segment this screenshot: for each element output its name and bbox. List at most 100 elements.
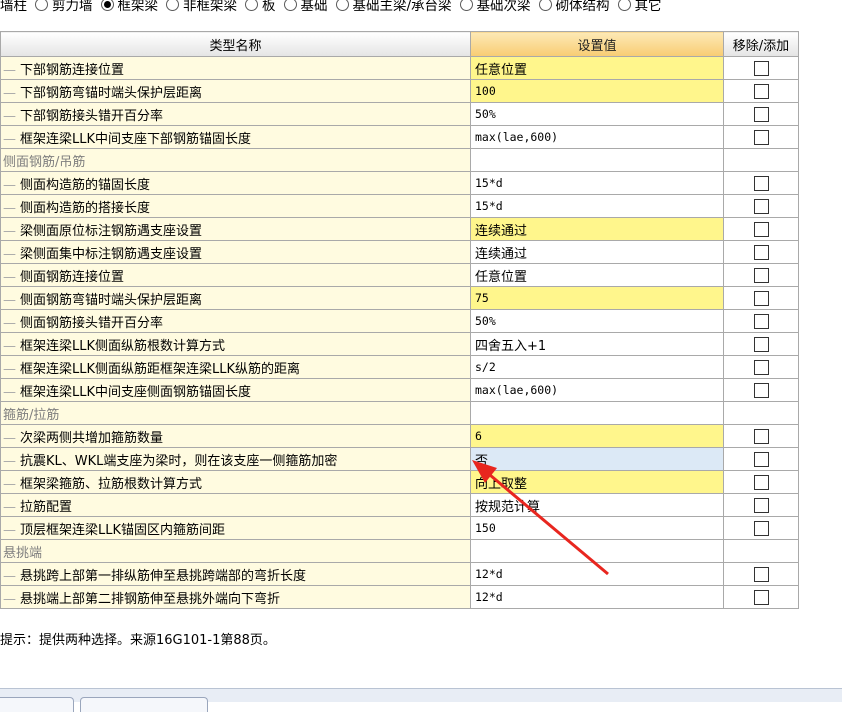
row-setting-value[interactable]: 15*d (470, 171, 724, 195)
table-group-row[interactable]: 悬挑端 (0, 539, 799, 563)
row-setting-value[interactable]: 150 (470, 516, 724, 540)
table-row[interactable]: — 侧面钢筋接头错开百分率 50% (0, 309, 799, 333)
table-group-row[interactable]: 侧面钢筋/吊筋 (0, 148, 799, 172)
radio-button[interactable] (166, 0, 179, 11)
table-row[interactable]: — 框架连梁LLK中间支座下部钢筋锚固长度 max(lae,600) (0, 125, 799, 149)
row-name-text: 下部钢筋连接位置 (20, 62, 125, 78)
remove-add-checkbox[interactable] (753, 497, 769, 513)
table-row[interactable]: — 抗震KL、WKL端支座为梁时，则在该支座一侧箍筋加密否 (0, 447, 799, 471)
remove-add-checkbox[interactable] (753, 267, 769, 283)
footer-tab[interactable] (0, 697, 74, 712)
radio-button[interactable] (538, 0, 552, 11)
row-type-name: — 次梁两侧共增加箍筋数量 (0, 424, 471, 448)
remove-add-checkbox[interactable] (753, 106, 769, 122)
remove-add-checkbox[interactable] (753, 336, 769, 352)
radio-option[interactable]: 基础 (283, 0, 328, 14)
row-setting-value[interactable]: 连续通过 (470, 217, 724, 241)
radio-option[interactable]: 非框架梁 (166, 0, 237, 14)
table-row[interactable]: — 悬挑端上部第二排钢筋伸至悬挑外端向下弯折 12*d (0, 585, 799, 609)
table-row[interactable]: — 顶层框架连梁LLK锚固区内箍筋间距 150 (0, 516, 799, 540)
remove-add-checkbox[interactable] (753, 589, 769, 605)
tree-line-icon: — (3, 568, 16, 584)
table-row[interactable]: — 侧面钢筋弯锚时端头保护层距离 75 (0, 286, 799, 310)
radio-label: 基础 (300, 0, 328, 14)
table-row[interactable]: — 侧面构造筋的锚固长度 15*d (0, 171, 799, 195)
remove-add-checkbox[interactable] (753, 474, 769, 490)
remove-add-checkbox[interactable] (753, 290, 769, 306)
remove-add-checkbox[interactable] (753, 313, 769, 329)
remove-add-checkbox[interactable] (753, 60, 769, 76)
row-setting-value[interactable]: 12*d (470, 585, 724, 609)
remove-add-checkbox[interactable] (753, 83, 769, 99)
table-row[interactable]: — 下部钢筋连接位置 任意位置 (0, 56, 799, 80)
row-setting-value[interactable]: 12*d (470, 562, 724, 586)
row-setting-value[interactable]: 75 (470, 286, 724, 310)
table-row[interactable]: — 框架连梁LLK侧面纵筋距框架连梁LLK纵筋的距离 s/2 (0, 355, 799, 379)
table-row[interactable]: — 拉筋配置 按规范计算 (0, 493, 799, 517)
table-group-row[interactable]: 箍筋/拉筋 (0, 401, 799, 425)
table-row[interactable]: — 侧面钢筋连接位置 任意位置 (0, 263, 799, 287)
remove-add-checkbox[interactable] (753, 221, 769, 237)
remove-add-checkbox[interactable] (753, 566, 769, 582)
radio-button[interactable] (100, 0, 114, 11)
row-setting-value[interactable]: 100 (470, 79, 724, 103)
remove-add-checkbox[interactable] (753, 129, 769, 145)
row-setting-value[interactable]: max(lae,600) (470, 125, 724, 149)
tree-line-icon: — (3, 361, 16, 377)
radio-option[interactable]: 其它 (617, 0, 662, 14)
row-setting-value[interactable]: 向上取整 (470, 470, 724, 494)
table-row[interactable]: — 次梁两侧共增加箍筋数量 6 (0, 424, 799, 448)
radio-button[interactable] (617, 0, 631, 11)
table-row[interactable]: — 侧面构造筋的搭接长度 15*d (0, 194, 799, 218)
radio-option[interactable]: 墙柱 (0, 0, 27, 14)
row-name-text: 抗震KL、WKL端支座为梁时，则在该支座一侧箍筋加密 (20, 453, 338, 469)
row-setting-value[interactable]: 否 (470, 447, 724, 471)
remove-add-checkbox[interactable] (753, 451, 769, 467)
radio-label: 板 (262, 0, 276, 14)
row-setting-value[interactable]: 四舍五入+1 (470, 332, 724, 356)
row-remove-add-cell (723, 516, 799, 540)
row-setting-value[interactable]: 任意位置 (470, 56, 724, 80)
row-setting-value[interactable]: 50% (470, 102, 724, 126)
table-row[interactable]: — 梁侧面集中标注钢筋遇支座设置 连续通过 (0, 240, 799, 264)
radio-option[interactable]: 板 (245, 0, 276, 14)
table-row[interactable]: — 梁侧面原位标注钢筋遇支座设置 连续通过 (0, 217, 799, 241)
row-setting-value[interactable]: max(lae,600) (470, 378, 724, 402)
remove-add-checkbox[interactable] (753, 520, 769, 536)
row-remove-add-cell (723, 309, 799, 333)
row-setting-value[interactable]: 6 (470, 424, 724, 448)
radio-button[interactable] (459, 0, 473, 11)
row-remove-add-cell (723, 263, 799, 287)
remove-add-checkbox[interactable] (753, 175, 769, 191)
remove-add-checkbox[interactable] (753, 382, 769, 398)
table-row[interactable]: — 框架梁箍筋、拉筋根数计算方式 向上取整 (0, 470, 799, 494)
table-row[interactable]: — 悬挑跨上部第一排纵筋伸至悬挑跨端部的弯折长度 12*d (0, 562, 799, 586)
radio-button[interactable] (283, 0, 297, 11)
table-row[interactable]: — 下部钢筋弯锚时端头保护层距离 100 (0, 79, 799, 103)
radio-option[interactable]: 框架梁 (100, 0, 158, 14)
radio-button[interactable] (245, 0, 258, 11)
remove-add-checkbox[interactable] (753, 359, 769, 375)
row-setting-value[interactable]: s/2 (470, 355, 724, 379)
radio-button[interactable] (335, 0, 349, 11)
radio-option[interactable]: 剪力墙 (35, 0, 93, 14)
footer-tab[interactable] (80, 697, 208, 712)
remove-add-checkbox[interactable] (753, 428, 769, 444)
row-setting-value[interactable]: 15*d (470, 194, 724, 218)
row-name-text: 梁侧面集中标注钢筋遇支座设置 (20, 246, 203, 262)
row-setting-value[interactable]: 连续通过 (470, 240, 724, 264)
table-row[interactable]: — 下部钢筋接头错开百分率 50% (0, 102, 799, 126)
radio-button[interactable] (35, 0, 48, 11)
table-row[interactable]: — 框架连梁LLK中间支座侧面钢筋锚固长度 max(lae,600) (0, 378, 799, 402)
radio-option[interactable]: 砌体结构 (538, 0, 610, 14)
radio-option[interactable]: 基础主梁/承台梁 (335, 0, 452, 14)
row-setting-value[interactable]: 按规范计算 (470, 493, 724, 517)
remove-add-checkbox[interactable] (753, 198, 769, 214)
radio-option[interactable]: 基础次梁 (459, 0, 531, 14)
row-setting-value[interactable]: 50% (470, 309, 724, 333)
column-header-type-name: 类型名称 (0, 31, 471, 57)
table-row[interactable]: — 框架连梁LLK侧面纵筋根数计算方式 四舍五入+1 (0, 332, 799, 356)
row-type-name: — 侧面钢筋接头错开百分率 (0, 309, 471, 333)
row-setting-value[interactable]: 任意位置 (470, 263, 724, 287)
remove-add-checkbox[interactable] (753, 244, 769, 260)
